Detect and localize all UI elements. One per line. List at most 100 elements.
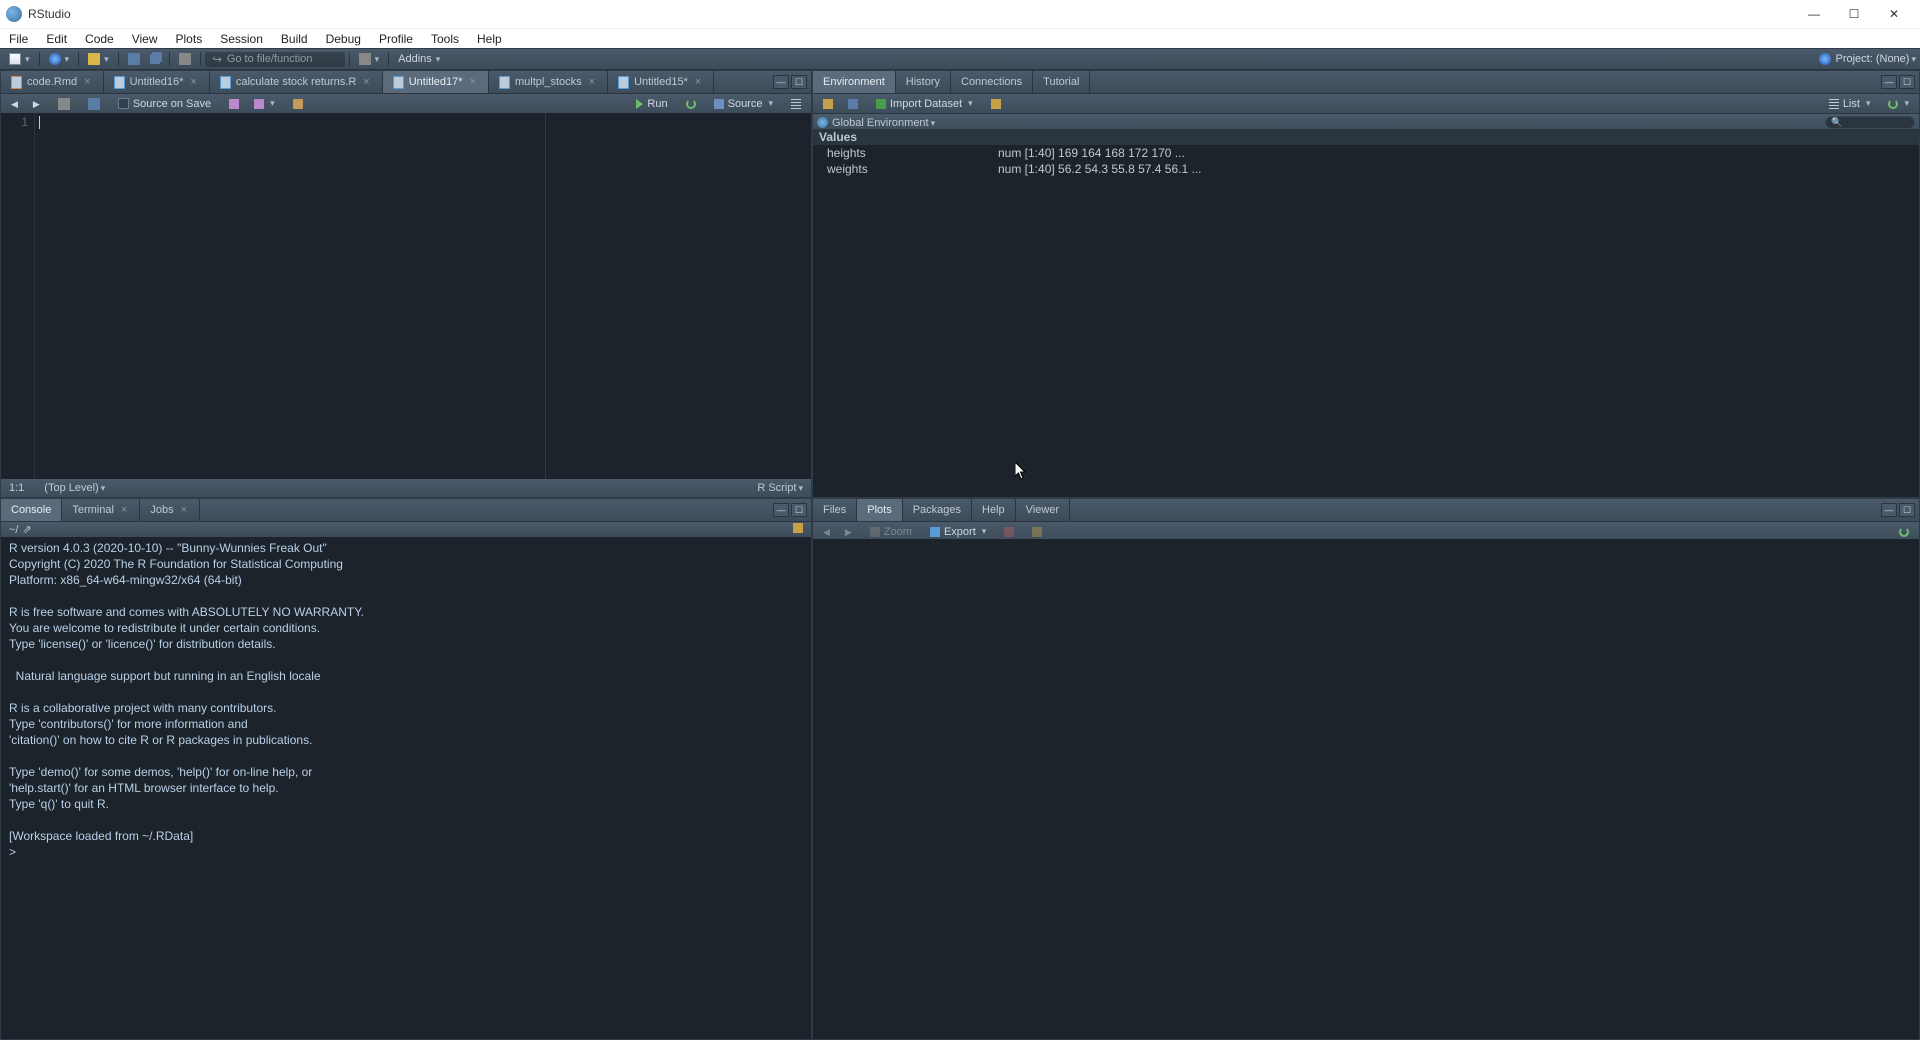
forward-button[interactable] bbox=[27, 97, 46, 111]
popout-path-icon[interactable]: ⇗ bbox=[22, 523, 31, 536]
tab-help[interactable]: Help bbox=[972, 499, 1016, 521]
plots-pane-minimize-button[interactable]: — bbox=[1881, 503, 1897, 517]
tab-connections[interactable]: Connections bbox=[951, 71, 1033, 93]
env-scope-selector[interactable]: Global Environment bbox=[832, 117, 935, 129]
environment-pane: Environment History Connections Tutorial… bbox=[812, 70, 1920, 498]
zoom-button[interactable]: Zoom bbox=[864, 525, 918, 539]
tab-console[interactable]: Console bbox=[1, 499, 62, 521]
close-icon[interactable]: × bbox=[468, 76, 478, 88]
run-button[interactable]: Run bbox=[630, 97, 673, 111]
menu-plots[interactable]: Plots bbox=[167, 29, 212, 48]
env-tabs: Environment History Connections Tutorial… bbox=[813, 71, 1919, 93]
close-icon[interactable]: × bbox=[188, 76, 198, 88]
broom-icon bbox=[991, 99, 1001, 109]
menu-code[interactable]: Code bbox=[76, 29, 123, 48]
menu-session[interactable]: Session bbox=[211, 29, 272, 48]
back-button[interactable] bbox=[5, 97, 24, 111]
rerun-button[interactable] bbox=[680, 98, 702, 110]
save-doc-button[interactable] bbox=[82, 97, 106, 111]
window-maximize-button[interactable]: ☐ bbox=[1834, 0, 1874, 28]
menu-build[interactable]: Build bbox=[272, 29, 317, 48]
source-tab-0[interactable]: code.Rmd× bbox=[1, 71, 104, 93]
code-area[interactable] bbox=[35, 113, 811, 479]
prev-plot-button[interactable] bbox=[817, 525, 836, 539]
menu-file[interactable]: File bbox=[0, 29, 37, 48]
source-pane-minimize-button[interactable]: — bbox=[773, 75, 789, 89]
env-row-weights[interactable]: weightsnum [1:40] 56.2 54.3 55.8 57.4 56… bbox=[813, 161, 1919, 177]
save-button[interactable] bbox=[123, 52, 145, 66]
clear-all-plots-button[interactable] bbox=[1026, 526, 1048, 538]
close-icon[interactable]: × bbox=[179, 504, 189, 516]
clear-console-button[interactable] bbox=[793, 523, 803, 533]
close-icon[interactable]: × bbox=[587, 76, 597, 88]
source-tab-5[interactable]: Untitled15*× bbox=[608, 71, 714, 93]
source-tab-2[interactable]: calculate stock returns.R× bbox=[210, 71, 383, 93]
source-button[interactable]: Source bbox=[708, 97, 779, 111]
code-tools-button[interactable] bbox=[248, 97, 281, 110]
import-dataset-button[interactable]: Import Dataset bbox=[870, 97, 979, 111]
remove-plot-button[interactable] bbox=[998, 526, 1020, 538]
tab-history[interactable]: History bbox=[896, 71, 951, 93]
source-pane-maximize-button[interactable]: ☐ bbox=[791, 75, 807, 89]
menu-view[interactable]: View bbox=[123, 29, 167, 48]
source-tab-1[interactable]: Untitled16*× bbox=[104, 71, 210, 93]
menu-debug[interactable]: Debug bbox=[317, 29, 370, 48]
close-icon[interactable]: × bbox=[361, 76, 371, 88]
menu-profile[interactable]: Profile bbox=[370, 29, 422, 48]
menu-help[interactable]: Help bbox=[468, 29, 511, 48]
env-row-heights[interactable]: heightsnum [1:40] 169 164 168 172 170 ..… bbox=[813, 145, 1919, 161]
tab-tutorial[interactable]: Tutorial bbox=[1033, 71, 1090, 93]
project-menu-button[interactable]: Project: (None) bbox=[1835, 53, 1916, 65]
source-on-save-checkbox[interactable]: Source on Save bbox=[112, 97, 217, 111]
refresh-plot-button[interactable] bbox=[1893, 526, 1915, 538]
source-tab-3[interactable]: Untitled17*× bbox=[383, 71, 489, 93]
addins-button[interactable]: Addins bbox=[393, 52, 445, 66]
outline-button[interactable] bbox=[785, 98, 807, 110]
show-in-new-window-button[interactable] bbox=[52, 97, 76, 111]
env-pane-maximize-button[interactable]: ☐ bbox=[1899, 75, 1915, 89]
tab-packages[interactable]: Packages bbox=[903, 499, 972, 521]
save-workspace-button[interactable] bbox=[842, 98, 864, 110]
close-icon[interactable]: × bbox=[82, 76, 92, 88]
new-file-button[interactable] bbox=[4, 52, 35, 66]
r-file-icon bbox=[220, 76, 231, 89]
env-pane-minimize-button[interactable]: — bbox=[1881, 75, 1897, 89]
clear-objects-button[interactable] bbox=[985, 98, 1007, 110]
window-close-button[interactable]: ✕ bbox=[1874, 0, 1914, 28]
next-plot-button[interactable] bbox=[839, 525, 858, 539]
save-all-button[interactable] bbox=[145, 53, 165, 65]
refresh-env-button[interactable] bbox=[1882, 97, 1915, 110]
env-search-input[interactable]: 🔍 bbox=[1825, 116, 1915, 129]
menu-edit[interactable]: Edit bbox=[37, 29, 76, 48]
editor-body[interactable]: 1 bbox=[1, 113, 811, 479]
console-pane-maximize-button[interactable]: ☐ bbox=[791, 503, 807, 517]
tab-files[interactable]: Files bbox=[813, 499, 857, 521]
close-icon[interactable]: × bbox=[693, 76, 703, 88]
language-selector[interactable]: R Script bbox=[757, 482, 803, 494]
goto-file-input[interactable]: ↪Go to file/function bbox=[205, 52, 345, 67]
cursor-position[interactable]: 1:1 bbox=[9, 482, 24, 494]
source-tab-4[interactable]: multpl_stocks× bbox=[489, 71, 608, 93]
tab-terminal[interactable]: Terminal× bbox=[62, 499, 140, 521]
print-button[interactable] bbox=[174, 52, 196, 66]
compile-report-button[interactable] bbox=[287, 98, 309, 110]
close-icon[interactable]: × bbox=[119, 504, 129, 516]
menu-tools[interactable]: Tools bbox=[422, 29, 468, 48]
find-replace-button[interactable] bbox=[223, 98, 245, 110]
tab-jobs[interactable]: Jobs× bbox=[140, 499, 200, 521]
console-pane-minimize-button[interactable]: — bbox=[773, 503, 789, 517]
view-mode-button[interactable]: List bbox=[1823, 97, 1877, 111]
open-file-button[interactable] bbox=[83, 52, 114, 66]
new-project-button[interactable] bbox=[44, 52, 75, 66]
tab-viewer[interactable]: Viewer bbox=[1016, 499, 1070, 521]
working-dir[interactable]: ~/ bbox=[9, 524, 18, 536]
plots-pane-maximize-button[interactable]: ☐ bbox=[1899, 503, 1915, 517]
workspace-panes-button[interactable] bbox=[354, 52, 385, 66]
export-plot-button[interactable]: Export bbox=[924, 525, 992, 539]
console-output[interactable]: R version 4.0.3 (2020-10-10) -- "Bunny-W… bbox=[1, 537, 811, 1039]
tab-plots[interactable]: Plots bbox=[857, 499, 902, 521]
scope-selector[interactable]: (Top Level) bbox=[44, 482, 105, 494]
load-workspace-button[interactable] bbox=[817, 98, 839, 110]
tab-environment[interactable]: Environment bbox=[813, 71, 896, 93]
window-minimize-button[interactable]: — bbox=[1794, 0, 1834, 28]
